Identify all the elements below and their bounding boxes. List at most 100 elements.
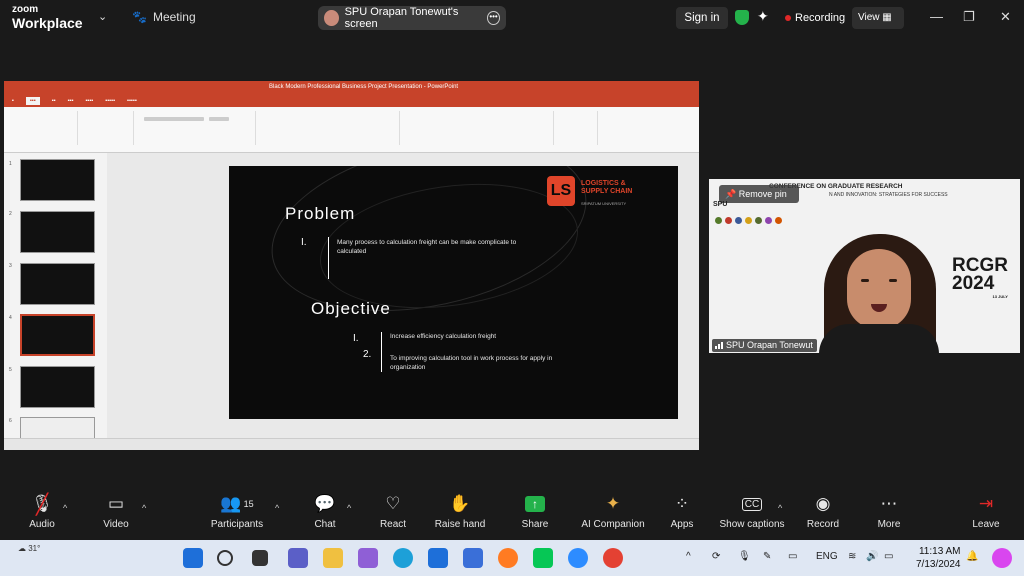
- ribbon-drawing-group[interactable]: [404, 111, 554, 145]
- problem-text: Many process to calculation freight can …: [337, 239, 517, 256]
- font-name-box[interactable]: [144, 117, 204, 121]
- record-button[interactable]: ◉ Record: [804, 491, 842, 537]
- captions-options-chevron-icon[interactable]: ^: [778, 503, 782, 513]
- record-label: Record: [806, 519, 840, 530]
- firefox-icon[interactable]: [498, 548, 518, 568]
- slide-thumbnail-3[interactable]: [20, 263, 95, 305]
- language-indicator[interactable]: ENG: [816, 551, 838, 562]
- display-icon[interactable]: ▭: [788, 551, 797, 562]
- participants-button[interactable]: 👥 15 Participants: [206, 491, 268, 537]
- ribbon-clipboard-group[interactable]: [8, 111, 78, 145]
- sign-in-button[interactable]: Sign in: [676, 7, 728, 29]
- sponsor-logo: [775, 217, 782, 224]
- ppt-menu-item[interactable]: ▪: [12, 98, 14, 104]
- video-options-chevron-icon[interactable]: ^: [142, 503, 146, 513]
- mail-icon[interactable]: [428, 548, 448, 568]
- teams-icon[interactable]: [288, 548, 308, 568]
- slide-thumbnail-4-selected[interactable]: [20, 314, 95, 356]
- ribbon-editing-group[interactable]: [558, 111, 598, 145]
- share-label: Share: [521, 519, 549, 530]
- tray-chevron-icon[interactable]: ^: [686, 551, 691, 562]
- zoom-workplace-logo[interactable]: zoom Workplace: [12, 5, 83, 31]
- encryption-shield-icon[interactable]: [735, 10, 749, 25]
- mic-tray-icon[interactable]: 🎙: [738, 551, 751, 562]
- app-icon[interactable]: [463, 548, 483, 568]
- participant-video-tile[interactable]: CONFERENCE ON GRADUATE RESEARCH N AND IN…: [709, 179, 1020, 353]
- font-size-box[interactable]: [209, 117, 229, 121]
- restore-icon[interactable]: ❐: [963, 9, 975, 25]
- close-icon[interactable]: ✕: [1000, 9, 1011, 25]
- audio-button[interactable]: 🎙 ╱ Audio: [22, 491, 62, 537]
- raise-hand-button[interactable]: ✋ Raise hand: [434, 491, 486, 537]
- file-explorer-icon[interactable]: [323, 548, 343, 568]
- volume-icon[interactable]: 🔊: [866, 551, 878, 562]
- task-view-icon[interactable]: [252, 550, 268, 566]
- ppt-menu-item[interactable]: ▪▪▪▪: [86, 98, 94, 104]
- zoom-taskbar-icon[interactable]: [568, 548, 588, 568]
- ppt-title-bar: Black Modern Professional Business Proje…: [4, 81, 699, 95]
- participants-options-chevron-icon[interactable]: ^: [275, 503, 279, 513]
- heart-icon: ♡: [385, 494, 401, 513]
- minimize-icon[interactable]: —: [930, 9, 943, 24]
- ppt-menu-item[interactable]: ▪▪▪▪▪: [105, 98, 115, 104]
- view-button[interactable]: View ▦: [852, 7, 904, 29]
- system-clock[interactable]: 11:13 AM 7/13/2024: [916, 545, 961, 571]
- zoom-top-bar: zoom Workplace ⌄ 🐾 Meeting SPU Orapan To…: [0, 0, 1024, 36]
- start-icon[interactable]: [183, 548, 203, 568]
- slide-thumbnail-5[interactable]: [20, 366, 95, 408]
- more-button[interactable]: ⋯ More: [872, 491, 906, 537]
- video-button[interactable]: ▭ Video: [96, 491, 136, 537]
- ribbon-paragraph-group[interactable]: [260, 111, 400, 145]
- share-button[interactable]: ↑ Share: [518, 491, 552, 537]
- conference-banner-subtitle: N AND INNOVATION: STRATEGIES FOR SUCCESS: [829, 192, 948, 198]
- ppt-menu-item[interactable]: ▪▪▪▪▪: [127, 98, 137, 104]
- chevron-down-icon[interactable]: ⌄: [98, 10, 107, 23]
- ppt-menu-item[interactable]: ▪▪: [52, 98, 56, 104]
- screen-share-indicator[interactable]: SPU Orapan Tonewut's screen •••: [318, 6, 506, 30]
- react-label: React: [379, 519, 407, 530]
- chat-bubble-icon: 💬: [314, 494, 336, 513]
- chat-options-chevron-icon[interactable]: ^: [347, 503, 351, 513]
- weather-widget[interactable]: ☁ 31°: [18, 544, 40, 553]
- apps-label: Apps: [670, 519, 694, 530]
- audio-options-chevron-icon[interactable]: ^: [63, 503, 67, 513]
- sync-icon[interactable]: ⟳: [712, 551, 720, 562]
- sponsor-logo: [765, 217, 772, 224]
- copilot-icon[interactable]: [358, 548, 378, 568]
- ribbon-addins-group[interactable]: [602, 111, 632, 145]
- share-screen-icon: ↑: [518, 491, 552, 517]
- ppt-menu-home[interactable]: ▪▪▪: [25, 97, 40, 105]
- leave-button[interactable]: ⇥ Leave: [968, 491, 1004, 537]
- windows-taskbar: ☁ 31° ^ ⟳ 🎙 ✎ ▭ ENG ≋ 🔊 ▭ 11:13 AM 7/13/…: [0, 540, 1024, 576]
- remove-pin-button[interactable]: 📌 Remove pin: [719, 185, 799, 203]
- ribbon-slides-group[interactable]: [82, 111, 134, 145]
- current-slide[interactable]: LS LOGISTICS & SUPPLY CHAIN SRIPATUM UNI…: [229, 166, 678, 419]
- ai-sparkle-icon[interactable]: ✦: [757, 8, 769, 25]
- recording-indicator[interactable]: Recording: [785, 12, 845, 24]
- show-captions-button[interactable]: CC Show captions: [718, 491, 786, 537]
- react-button[interactable]: ♡ React: [376, 491, 410, 537]
- thumb-number: 1: [9, 161, 12, 167]
- slide-thumbnail-2[interactable]: [20, 211, 95, 253]
- meeting-label: Meeting: [152, 10, 196, 24]
- more-options-icon[interactable]: •••: [487, 11, 500, 25]
- chrome-icon[interactable]: [603, 548, 623, 568]
- notification-bell-icon[interactable]: 🔔: [966, 551, 978, 562]
- record-icon: ◉: [815, 494, 831, 513]
- wifi-icon[interactable]: ≋: [848, 551, 856, 562]
- copilot-tray-icon[interactable]: [992, 548, 1012, 568]
- search-icon[interactable]: [217, 550, 233, 566]
- chat-button[interactable]: 💬 Chat: [308, 491, 342, 537]
- pen-icon[interactable]: ✎: [763, 551, 771, 562]
- participant-name: SPU Orapan Tonewut: [726, 340, 813, 350]
- line-icon[interactable]: [533, 548, 553, 568]
- problem-divider: [328, 237, 329, 279]
- ppt-menu-item[interactable]: ▪▪▪: [68, 98, 74, 104]
- meeting-tab[interactable]: 🐾 Meeting: [132, 10, 196, 24]
- battery-icon[interactable]: ▭: [884, 551, 893, 562]
- view-grid-icon: ▦: [882, 12, 892, 23]
- edge-icon[interactable]: [393, 548, 413, 568]
- slide-thumbnail-1[interactable]: [20, 159, 95, 201]
- ai-companion-button[interactable]: ✦ AI Companion: [578, 491, 648, 537]
- apps-button[interactable]: ⁘ Apps: [666, 491, 698, 537]
